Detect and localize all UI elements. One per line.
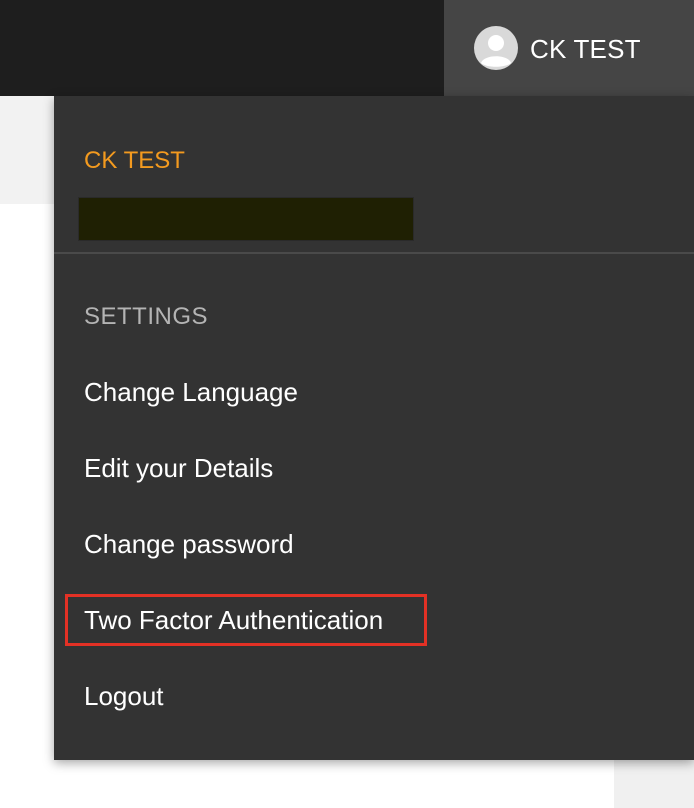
- settings-section-label: SETTINGS: [84, 303, 209, 330]
- menu-item-logout[interactable]: Logout: [84, 680, 164, 712]
- dropdown-user-name: CK TEST: [84, 147, 185, 174]
- menu-item-edit-details[interactable]: Edit your Details: [84, 452, 273, 484]
- user-avatar-icon: [474, 26, 518, 70]
- page: CK TEST CK TEST SETTINGS Change Language…: [0, 0, 694, 808]
- user-dropdown-menu: CK TEST SETTINGS Change Language Edit yo…: [54, 96, 694, 760]
- page-content-background-right: [614, 760, 694, 808]
- page-content-background: [0, 96, 60, 204]
- user-menu-name: CK TEST: [530, 34, 641, 64]
- menu-item-change-language[interactable]: Change Language: [84, 376, 298, 408]
- user-menu-button[interactable]: CK TEST: [444, 0, 694, 96]
- menu-item-change-password[interactable]: Change password: [84, 528, 294, 560]
- redacted-email-field: [78, 197, 414, 241]
- menu-item-two-factor-authentication[interactable]: Two Factor Authentication: [84, 604, 383, 636]
- dropdown-divider: [54, 252, 694, 254]
- top-navigation-bar: CK TEST: [0, 0, 694, 96]
